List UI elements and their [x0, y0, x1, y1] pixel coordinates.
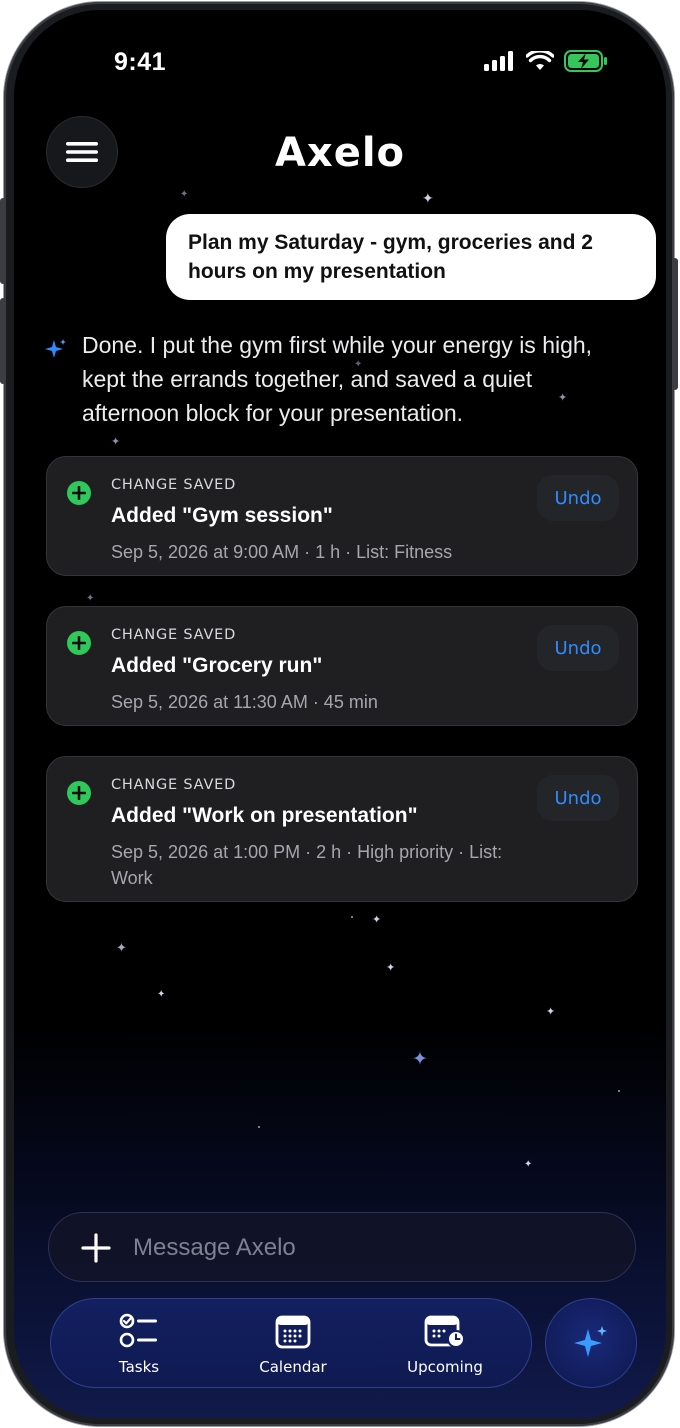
undo-button[interactable]: Undo — [537, 475, 619, 521]
added-plus-icon — [67, 631, 91, 655]
change-title: Added "Grocery run" — [111, 654, 323, 677]
status-icons — [484, 50, 608, 72]
star-decoration: ✦ — [111, 435, 121, 448]
tab-bar: Tasks Calendar Upcoming — [50, 1298, 532, 1388]
screen: ✦ ✦ ✦ ✦ ✦ ✦ ✦ ✦ ✦ ✦ ✦ ✦ ✦ 9:41 Axelo Pla… — [14, 10, 666, 1418]
added-plus-icon — [67, 781, 91, 805]
change-title: Added "Gym session" — [111, 504, 333, 527]
change-card: CHANGE SAVED Added "Grocery run" Sep 5, … — [46, 606, 638, 726]
change-label: CHANGE SAVED — [111, 477, 237, 493]
tasks-icon — [119, 1313, 157, 1348]
calendar-icon — [275, 1315, 311, 1349]
undo-button[interactable]: Undo — [537, 625, 619, 671]
volume-up-button — [0, 198, 6, 284]
sparkle-icon — [574, 1326, 607, 1357]
tab-calendar[interactable]: Calendar — [233, 1313, 353, 1376]
change-card: CHANGE SAVED Added "Gym session" Sep 5, … — [46, 456, 638, 576]
change-label: CHANGE SAVED — [111, 627, 237, 643]
change-meta: Sep 5, 2026 at 9:00 AM · 1 h · List: Fit… — [111, 542, 453, 562]
add-icon[interactable] — [81, 1233, 111, 1263]
status-time: 9:41 — [114, 48, 167, 76]
message-composer — [48, 1212, 636, 1282]
tab-label: Upcoming — [407, 1358, 483, 1376]
change-label: CHANGE SAVED — [111, 777, 237, 793]
user-message-bubble: Plan my Saturday - gym, groceries and 2 … — [166, 214, 656, 300]
star-decoration: ✦ — [524, 1159, 533, 1170]
battery-charging-icon — [564, 50, 607, 72]
star-dot — [351, 916, 353, 918]
tab-tasks[interactable]: Tasks — [79, 1313, 199, 1376]
star-decoration: ✦ — [372, 913, 382, 926]
upcoming-icon — [424, 1315, 465, 1348]
star-decoration: ✦ — [180, 189, 189, 200]
star-dot — [258, 1126, 260, 1128]
sparkle-icon — [45, 339, 66, 358]
change-card: CHANGE SAVED Added "Work on presentation… — [46, 756, 638, 902]
undo-button[interactable]: Undo — [537, 775, 619, 821]
cellular-signal-icon — [484, 51, 513, 71]
star-dot — [618, 1090, 620, 1092]
star-decoration: ✦ — [422, 191, 434, 207]
star-decoration: ✦ — [386, 961, 396, 974]
phone-frame: ✦ ✦ ✦ ✦ ✦ ✦ ✦ ✦ ✦ ✦ ✦ ✦ ✦ 9:41 Axelo Pla… — [0, 2, 678, 1426]
added-plus-icon — [67, 481, 91, 505]
star-decoration: ✦ — [86, 593, 95, 604]
wifi-icon — [526, 51, 554, 70]
ai-assistant-button[interactable] — [545, 1298, 637, 1388]
tab-label: Calendar — [259, 1358, 327, 1376]
tab-upcoming[interactable]: Upcoming — [385, 1313, 505, 1376]
assistant-message-text: Done. I put the gym first while your ene… — [82, 332, 593, 426]
power-button — [672, 258, 678, 390]
change-meta: Sep 5, 2026 at 11:30 AM · 45 min — [111, 692, 378, 712]
tab-label: Tasks — [118, 1358, 160, 1376]
change-title: Added "Work on presentation" — [111, 804, 418, 827]
star-decoration: ✦ — [157, 989, 166, 1000]
change-meta: Sep 5, 2026 at 1:00 PM · 2 h · High prio… — [111, 842, 503, 888]
star-decoration: ✦ — [546, 1005, 556, 1018]
volume-down-button — [0, 298, 6, 384]
star-decoration: ✦ — [116, 941, 127, 956]
app-title: Axelo — [274, 130, 406, 176]
message-input[interactable] — [131, 1227, 615, 1269]
star-decoration: ✦ — [412, 1048, 428, 1070]
